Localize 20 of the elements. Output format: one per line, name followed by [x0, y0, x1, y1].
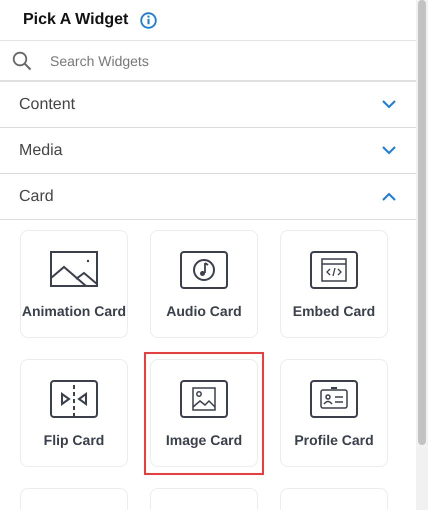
- widget-card[interactable]: Profile Card: [280, 359, 388, 467]
- widget-card[interactable]: Animation Card: [20, 230, 128, 338]
- scrollbar[interactable]: [416, 0, 428, 510]
- search-icon: [12, 50, 32, 70]
- panel-title: Pick A Widget: [23, 11, 128, 29]
- section-header[interactable]: Card: [19, 188, 54, 206]
- landscape-icon: [50, 251, 98, 289]
- image-icon: [180, 380, 228, 418]
- section-header[interactable]: Media: [19, 142, 63, 160]
- widget-card[interactable]: Image Card: [150, 359, 258, 467]
- info-icon[interactable]: [140, 12, 158, 28]
- music-note-icon: [180, 251, 228, 289]
- code-window-icon: [310, 251, 358, 289]
- section-header[interactable]: Content: [19, 96, 76, 114]
- widget-card[interactable]: Flip Card: [20, 359, 128, 467]
- id-badge-icon: [310, 380, 358, 418]
- search-field[interactable]: Search Widgets: [48, 52, 352, 70]
- widget-card[interactable]: Embed Card: [280, 230, 388, 338]
- widget-card[interactable]: Audio Card: [150, 230, 258, 338]
- flip-icon: [50, 380, 98, 418]
